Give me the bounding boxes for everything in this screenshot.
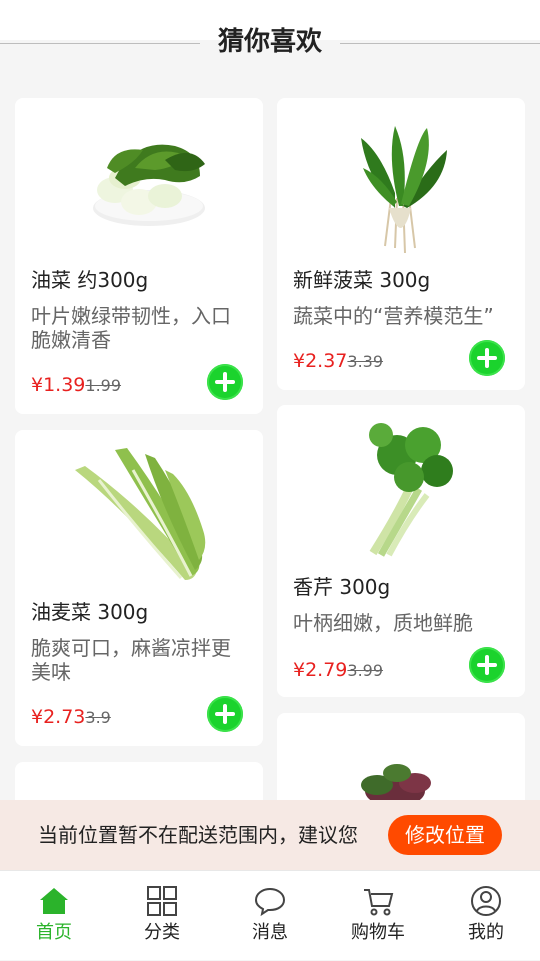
notice-message: 当前位置暂不在配送范围内，建议您 — [38, 823, 358, 847]
divider-left — [0, 43, 200, 44]
tab-messages[interactable]: 消息 — [216, 871, 324, 961]
delivery-notice: 当前位置暂不在配送范围内，建议您 修改位置 — [0, 800, 540, 870]
add-to-cart-button[interactable] — [469, 647, 505, 683]
home-icon — [40, 888, 68, 914]
tab-category[interactable]: 分类 — [108, 871, 216, 961]
add-to-cart-button[interactable] — [469, 340, 505, 376]
product-name: 油菜 约300g — [31, 268, 149, 292]
lettuce-image — [75, 448, 206, 580]
price-row: ¥1.391.99 — [31, 372, 121, 399]
product-description: 叶柄细嫩，质地鲜脆 — [293, 611, 473, 635]
product-description: 叶片嫩绿带韧性，入口脆嫩清香 — [31, 304, 231, 352]
product-name: 油麦菜 300g — [31, 600, 149, 624]
original-price: 3.99 — [347, 661, 384, 680]
price-row: ¥2.793.99 — [293, 657, 383, 684]
product-price: ¥2.79 — [293, 659, 348, 681]
divider-right — [340, 43, 540, 44]
product-card-celery[interactable]: 香芹 300g 叶柄细嫩，质地鲜脆 ¥2.793.99 — [277, 405, 525, 697]
add-to-cart-button[interactable] — [207, 364, 243, 400]
original-price: 3.39 — [347, 352, 384, 371]
original-price: 1.99 — [85, 376, 122, 395]
spinach-image — [361, 126, 447, 254]
product-card-bok-choy[interactable]: 油菜 约300g 叶片嫩绿带韧性，入口脆嫩清香 ¥1.391.99 — [15, 98, 263, 414]
product-name: 新鲜菠菜 300g — [293, 268, 431, 292]
grid-icon — [147, 886, 177, 916]
cart-icon — [364, 889, 394, 916]
tab-cart[interactable]: 购物车 — [324, 871, 432, 961]
product-card-spinach[interactable]: 新鲜菠菜 300g 蔬菜中的“营养模范生” ¥2.373.39 — [277, 98, 525, 390]
original-price: 3.9 — [85, 708, 111, 727]
product-card-lettuce[interactable]: 油麦菜 300g 脆爽可口，麻酱凉拌更美味 ¥2.733.9 — [15, 430, 263, 746]
tab-label: 我的 — [468, 922, 504, 943]
tab-label: 分类 — [144, 922, 180, 943]
bottom-tab-bar: 首页 分类 消息 购物车 我的 — [0, 870, 540, 960]
product-price: ¥2.37 — [293, 350, 348, 372]
tab-label: 购物车 — [351, 922, 405, 943]
tab-profile[interactable]: 我的 — [432, 871, 540, 961]
celery-image — [369, 423, 453, 557]
change-location-button[interactable]: 修改位置 — [388, 815, 502, 855]
section-header: 猜你喜欢 — [0, 18, 540, 68]
product-price: ¥2.73 — [31, 706, 86, 728]
tab-home[interactable]: 首页 — [0, 871, 108, 961]
add-to-cart-button[interactable] — [207, 696, 243, 732]
bok-choy-image — [93, 144, 205, 226]
product-description: 脆爽可口，麻酱凉拌更美味 — [31, 636, 231, 684]
tab-label: 首页 — [36, 922, 72, 943]
product-description: 蔬菜中的“营养模范生” — [293, 304, 494, 328]
product-price: ¥1.39 — [31, 374, 86, 396]
price-row: ¥2.733.9 — [31, 704, 111, 731]
product-name: 香芹 300g — [293, 575, 391, 599]
section-title: 猜你喜欢 — [217, 27, 322, 57]
price-row: ¥2.373.39 — [293, 348, 383, 375]
tab-label: 消息 — [252, 922, 288, 943]
chat-bubble-icon — [254, 887, 286, 917]
user-icon — [471, 886, 501, 916]
